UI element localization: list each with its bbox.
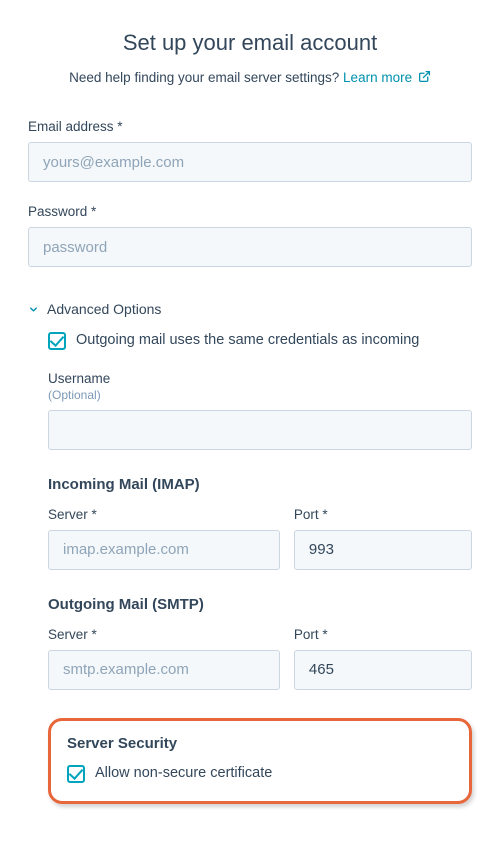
username-field[interactable] [48,410,472,450]
advanced-options-toggle[interactable]: Advanced Options [28,301,472,317]
username-optional-label: (Optional) [48,388,472,402]
incoming-port-field[interactable] [294,530,472,570]
learn-more-label: Learn more [343,70,412,85]
username-label: Username [48,371,472,386]
page-title: Set up your email account [28,30,472,56]
outgoing-server-label: Server * [48,627,280,642]
server-security-highlight: Server Security Allow non-secure certifi… [48,718,472,805]
email-label: Email address * [28,119,472,134]
outgoing-heading: Outgoing Mail (SMTP) [48,596,472,613]
incoming-server-field[interactable] [48,530,280,570]
chevron-down-icon [28,304,39,315]
outgoing-port-label: Port * [294,627,472,642]
learn-more-link[interactable]: Learn more [343,70,431,85]
outgoing-server-field[interactable] [48,650,280,690]
help-line: Need help finding your email server sett… [28,70,472,85]
external-link-icon [418,70,431,83]
help-text: Need help finding your email server sett… [69,70,343,85]
allow-nonsecure-label: Allow non-secure certificate [95,764,272,784]
email-field[interactable] [28,142,472,182]
server-security-heading: Server Security [67,735,453,752]
outgoing-port-field[interactable] [294,650,472,690]
allow-nonsecure-checkbox[interactable] [67,765,85,783]
password-field[interactable] [28,227,472,267]
same-credentials-label: Outgoing mail uses the same credentials … [76,331,419,351]
password-label: Password * [28,204,472,219]
advanced-options-label: Advanced Options [47,301,161,317]
same-credentials-checkbox[interactable] [48,332,66,350]
incoming-port-label: Port * [294,507,472,522]
incoming-heading: Incoming Mail (IMAP) [48,476,472,493]
incoming-server-label: Server * [48,507,280,522]
